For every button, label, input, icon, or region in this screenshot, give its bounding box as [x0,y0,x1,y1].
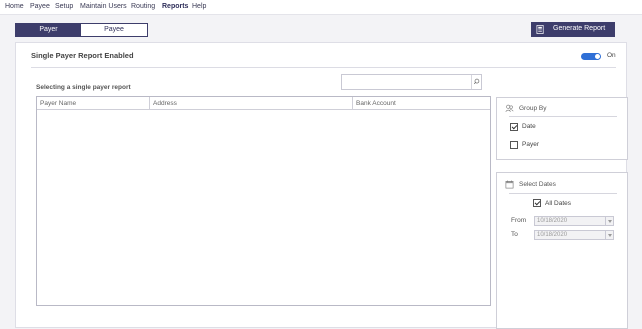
group-by-title: Group By [519,105,547,112]
switch-label: On [607,52,616,59]
payer-table: Payer Name Address Bank Account [36,96,491,306]
column-payer-name[interactable]: Payer Name [37,97,150,110]
toggle-payee[interactable]: Payee [81,24,147,36]
group-by-divider [509,116,617,117]
report-icon [536,25,544,34]
select-dates-box: Select Dates All Dates From 10/18/2020 T… [496,172,628,329]
select-dates-divider [509,193,617,194]
single-payer-switch[interactable] [581,53,601,60]
chevron-down-icon [605,231,613,239]
to-date-select[interactable]: 10/18/2020 [534,230,614,240]
report-title: Single Payer Report Enabled [31,51,134,60]
generate-report-button[interactable]: Generate Report [531,22,615,37]
all-dates-checkbox[interactable] [533,199,541,207]
from-date-select[interactable]: 10/18/2020 [534,216,614,226]
from-date-value: 10/18/2020 [537,218,568,224]
chevron-down-icon [605,217,613,225]
menu-home[interactable]: Home [5,3,24,10]
group-by-box: Group By Date Payer [496,97,628,160]
payer-payee-toggle: Payer Payee [15,23,148,37]
search-input[interactable] [342,75,472,89]
column-address[interactable]: Address [150,97,353,110]
report-panel: Single Payer Report Enabled On Selecting… [15,42,628,329]
group-by-date-label: Date [522,123,536,130]
menu-setup[interactable]: Setup [55,3,73,10]
menu-maintain-users[interactable]: Maintain Users [80,3,127,10]
select-dates-title: Select Dates [519,181,556,188]
toggle-payer[interactable]: Payer [16,24,81,36]
from-label: From [511,217,527,224]
menu-help[interactable]: Help [192,3,206,10]
search-icon[interactable] [471,75,481,89]
payer-search [341,74,482,90]
group-icon [505,104,514,112]
page-content: Payer Payee Generate Report Single Payer… [0,15,642,329]
top-menu-bar: Home Payee Setup Maintain Users Routing … [0,0,642,15]
menu-reports[interactable]: Reports [162,3,188,10]
table-header: Payer Name Address Bank Account [37,97,490,110]
to-date-value: 10/18/2020 [537,232,568,238]
switch-knob [595,54,600,59]
generate-report-label: Generate Report [553,25,606,32]
menu-payee[interactable]: Payee [30,3,50,10]
report-subtitle: Selecting a single payer report [36,84,131,91]
menu-routing[interactable]: Routing [131,3,155,10]
group-by-date-checkbox[interactable] [510,123,518,131]
column-bank-account[interactable]: Bank Account [353,97,490,110]
calendar-icon [505,180,514,189]
group-by-payer-label: Payer [522,141,539,148]
to-label: To [511,231,518,238]
all-dates-label: All Dates [545,200,572,207]
title-divider [31,67,616,68]
group-by-payer-checkbox[interactable] [510,141,518,149]
